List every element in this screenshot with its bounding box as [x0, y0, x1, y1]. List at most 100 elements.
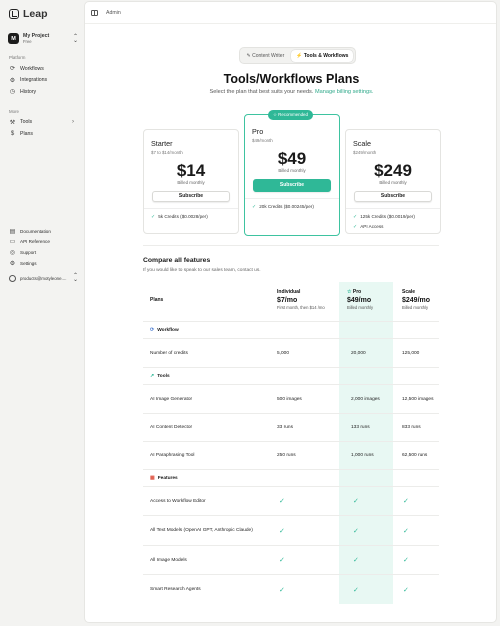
pen-icon: ✎	[246, 52, 251, 59]
tab-tools-workflows[interactable]: ⚡ Tools & Workflows	[291, 49, 354, 62]
plan-card-starter: Starter $7 to $14/month $14 Billed month…	[143, 129, 239, 234]
check-icon: ✓	[353, 498, 359, 505]
subscribe-pro-button[interactable]: Subscribe	[253, 179, 331, 192]
more-label: More	[9, 108, 20, 114]
gear-icon: ⚙	[9, 260, 16, 267]
sidebar-item-label: Settings	[20, 260, 37, 266]
chevrons-updown-icon: ⌃ ⌄	[72, 33, 78, 44]
check-icon: ✓	[353, 586, 359, 594]
check-icon: ✓	[151, 214, 156, 220]
sidebar-item-label: Documentation	[20, 228, 51, 234]
section-name: Features	[157, 475, 178, 481]
check-icon: ✓	[403, 586, 409, 594]
check-icon: ✓	[403, 527, 409, 535]
topbar: Admin	[85, 2, 496, 24]
check-icon: ✓	[353, 527, 359, 535]
card-divider	[144, 208, 238, 209]
grid-icon: ▦	[150, 475, 155, 481]
history-icon: ◷	[9, 89, 16, 96]
dollar-icon: $	[10, 130, 15, 137]
subscribe-starter-button[interactable]: Subscribe	[152, 191, 230, 202]
section-header-features: ▦ Features	[143, 470, 439, 487]
check-icon: ✓	[353, 224, 358, 230]
plan-subline: $49/month	[252, 138, 273, 143]
logo-text: Leap	[23, 8, 48, 20]
cell-individual: 250 runs	[277, 453, 296, 458]
support-icon: ◎	[9, 249, 16, 256]
project-avatar: M	[8, 33, 19, 44]
plan-price: $249	[374, 161, 412, 180]
plan-card-pro: ☆ Recommended Pro $49/month $49 Billed m…	[244, 110, 340, 236]
cell-scale: 833 runs	[402, 425, 421, 430]
section-name: Workflow	[157, 327, 179, 333]
plan-price: $14	[176, 161, 206, 180]
breadcrumb[interactable]: Admin	[106, 10, 121, 16]
section-header-workflow: ⟳ Workflow	[143, 322, 439, 339]
table-row: AI Content Detector 33 runs 133 runs 833…	[143, 414, 439, 442]
table-row: AI Image Generator 500 images 2,000 imag…	[143, 385, 439, 414]
book-icon: ▤	[9, 228, 16, 235]
cell-pro: 1,000 runs	[351, 453, 374, 458]
sidebar-item-plans[interactable]: $ Plans	[6, 128, 78, 140]
chevrons-updown-icon: ⌃ ⌄	[72, 273, 78, 284]
sidebar-item-api-reference[interactable]: ▭ API Reference	[6, 237, 78, 248]
sidebar-item-workflows[interactable]: ⟳ Workflows	[6, 63, 78, 75]
cell-individual: 500 images	[277, 396, 302, 402]
sidebar-item-tools[interactable]: ⚒ Tools ›	[6, 117, 78, 129]
plan-subline: $7 to $14/month	[151, 150, 183, 155]
sidebar-item-settings[interactable]: ⚙ Settings	[6, 258, 78, 269]
feature-label: 125k Credits ($0.0019/per)	[360, 214, 415, 219]
user-menu[interactable]: products@motyleone.... ⌃ ⌄	[6, 273, 78, 284]
cell-pro: 133 runs	[351, 425, 370, 430]
sidebar-item-documentation[interactable]: ▤ Documentation	[6, 226, 78, 237]
plan-card-scale: Scale $249/month $249 Billed monthly Sub…	[345, 129, 441, 234]
sidebar-item-label: Support	[20, 249, 37, 255]
sidebar-item-integrations[interactable]: ⚙ Integrations	[6, 75, 78, 87]
card-divider	[245, 198, 339, 199]
project-switcher[interactable]: M My Project Free ⌃ ⌄	[8, 33, 78, 44]
table-row: Smart Research Agents ✓ ✓ ✓	[143, 575, 439, 604]
column-header-pro: ☆ Pro $49/mo Billed monthly	[347, 290, 374, 311]
integrations-icon: ⚙	[9, 77, 16, 84]
plan-subline: $249/month	[353, 150, 377, 155]
row-label: All Image Models	[150, 557, 187, 563]
manage-billing-link[interactable]: Manage billing settings.	[315, 89, 373, 95]
column-note: Billed monthly	[347, 305, 374, 310]
sidebar-toggle-icon[interactable]	[91, 9, 98, 16]
workflow-icon: ⟳	[150, 327, 155, 333]
main-panel: Admin ✎ Content Writer ⚡ Tools & Workflo…	[84, 1, 497, 623]
cell-individual: 33 runs	[277, 425, 293, 430]
column-note: First month, then $14 /mo	[277, 305, 325, 310]
sidebar-item-label: History	[20, 88, 37, 95]
section-name: Tools	[157, 373, 170, 379]
column-name: Individual	[277, 289, 301, 295]
tab-content-writer[interactable]: ✎ Content Writer	[242, 50, 290, 62]
sidebar-item-label: Plans	[20, 130, 33, 137]
sidebar-footer: ▤ Documentation ▭ API Reference ◎ Suppor…	[6, 226, 78, 284]
sidebar-item-label: Tools	[20, 119, 33, 126]
logo[interactable]: Leap	[9, 7, 78, 21]
column-name-row: ☆ Pro	[347, 290, 373, 295]
column-name: Pro	[352, 289, 362, 295]
page-subtitle: Select the plan that best suits your nee…	[85, 89, 496, 95]
subscribe-scale-button[interactable]: Subscribe	[354, 191, 432, 202]
row-label: AI Paraphrasing Tool	[150, 453, 195, 458]
workflow-icon: ⟳	[9, 66, 16, 73]
cell-individual: 5,000	[277, 350, 290, 356]
plan-feature: ✓ 20k Credits ($0.00245/per)	[252, 204, 332, 210]
plan-feature: ✓ 125k Credits ($0.0019/per)	[353, 214, 433, 220]
trend-icon: ↗	[150, 373, 155, 379]
recommended-badge: ☆ Recommended	[268, 110, 313, 120]
platform-label: Platform	[9, 55, 26, 60]
row-label: Smart Research Agents	[150, 587, 201, 592]
sidebar-item-label: API Reference	[20, 239, 50, 245]
feature-label: API Access	[360, 224, 384, 229]
project-plan: Free	[23, 39, 32, 44]
plans-header: Plans	[150, 297, 164, 303]
compare-subtitle: If you would like to speak to our sales …	[143, 268, 261, 273]
check-icon: ✓	[403, 557, 409, 564]
sidebar-item-history[interactable]: ◷ History	[6, 86, 78, 98]
cell-scale: 125,000	[402, 350, 420, 356]
column-header-individual: Individual $7/mo First month, then $14 /…	[277, 289, 325, 311]
sidebar-item-support[interactable]: ◎ Support	[6, 247, 78, 258]
